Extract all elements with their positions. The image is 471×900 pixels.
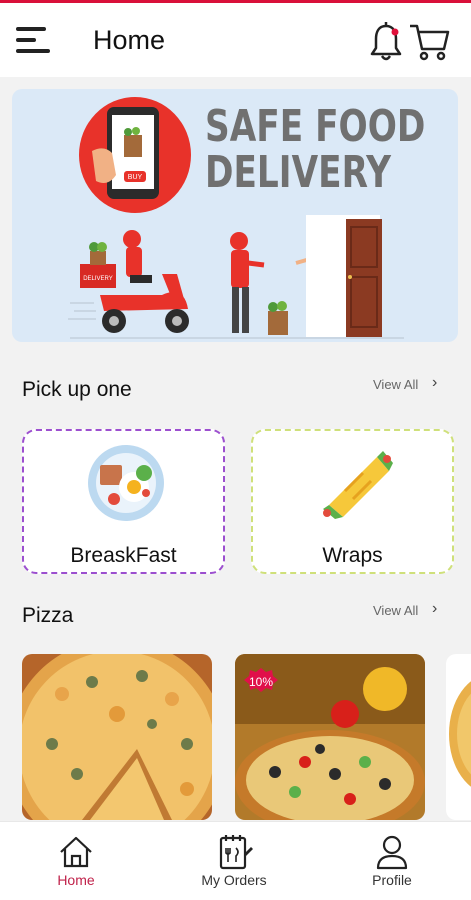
banner-title-line1: SAFE FOOD [205, 101, 426, 152]
tab-label: Profile [372, 872, 412, 888]
promo-banner[interactable]: BUY DELIVERY SAFE FOOD DELIVERY [12, 89, 458, 342]
category-label: BreaskFast [70, 544, 177, 567]
bottom-tab-bar: Home My Orders Profile [0, 821, 471, 900]
pizza-view-all-link[interactable]: View All [373, 603, 418, 618]
categories-view-all-link[interactable]: View All [373, 377, 418, 392]
menu-icon[interactable] [16, 25, 52, 57]
pizza-image [22, 654, 212, 820]
bell-icon[interactable] [369, 21, 403, 63]
home-icon [60, 836, 92, 868]
category-card-wraps[interactable]: Wraps [251, 429, 454, 574]
pizza-title: Pizza [22, 604, 74, 627]
tab-home[interactable]: Home [16, 822, 136, 900]
wrap-icon [323, 451, 393, 519]
svg-text:DELIVERY: DELIVERY [83, 276, 113, 282]
category-label: Wraps [322, 544, 383, 567]
pizza-card[interactable] [22, 654, 212, 820]
cart-icon[interactable] [408, 21, 450, 63]
page-title: Home [93, 25, 166, 55]
breakfast-plate-icon [88, 445, 164, 521]
orders-icon [219, 835, 253, 870]
tab-my-orders[interactable]: My Orders [174, 822, 294, 900]
banner-title-line2: DELIVERY [205, 147, 391, 198]
chevron-right-icon[interactable]: › [432, 600, 437, 618]
profile-icon [376, 835, 408, 870]
categories-title: Pick up one [22, 378, 132, 401]
chevron-right-icon[interactable]: › [432, 374, 437, 392]
tab-label: Home [57, 872, 95, 888]
tab-label: My Orders [201, 872, 267, 888]
category-card-breakfast[interactable]: BreaskFast [22, 429, 225, 574]
svg-text:BUY: BUY [128, 174, 143, 181]
tab-profile[interactable]: Profile [332, 822, 452, 900]
pizza-card[interactable] [446, 654, 471, 820]
discount-badge: 10% [248, 675, 274, 689]
pizza-image [446, 654, 471, 820]
pizza-card[interactable]: 10% [235, 654, 425, 820]
app-header: Home [0, 3, 471, 77]
